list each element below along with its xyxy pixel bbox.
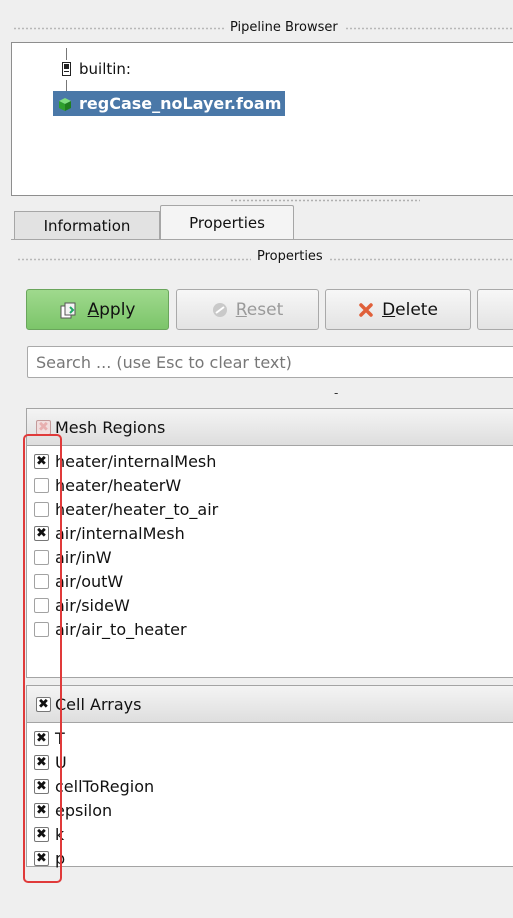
mesh-region-item-label: air/air_to_heater [55,619,187,639]
mesh-regions-header-label: Mesh Regions [55,417,166,437]
tree-line [66,48,67,60]
reset-mnemonic: R [235,299,247,320]
mesh-region-item-label: air/inW [55,547,112,567]
apply-icon [60,302,76,318]
mesh-region-item-label: air/internalMesh [55,523,185,543]
properties-panel-title: Properties [251,249,329,264]
search-input[interactable] [27,346,513,378]
mesh-region-item-label: heater/internalMesh [55,451,217,471]
splitter-handle[interactable] [230,199,420,202]
cube-icon [59,97,71,111]
cell-array-item-label: epsilon [55,800,113,820]
cell-arrays-list[interactable]: ✖ Cell Arrays ✖ T ✖ U ✖ cellToRegion ✖ epsilon ✖… [26,685,513,868]
reset-button[interactable]: Reset [176,289,319,330]
tree-item-builtin[interactable]: builtin: [62,60,131,78]
apply-label: pply [99,299,136,320]
mesh-regions-list[interactable]: ✖ Mesh Regions ✖ heater/internalMesh heate… [26,408,513,678]
mesh-regions-header[interactable]: ✖ Mesh Regions [27,409,513,446]
delete-icon [359,302,373,317]
checkbox-column-highlight [23,434,62,883]
mesh-region-item-label: heater/heater_to_air [55,499,219,519]
apply-button[interactable]: Apply [26,289,169,330]
delete-label: elete [395,299,438,320]
cell-array-item-label: cellToRegion [55,776,155,796]
mesh-region-item-label: air/outW [55,571,124,591]
pipeline-browser-title: Pipeline Browser [224,20,344,35]
mesh-region-item-label: air/sideW [55,595,130,615]
delete-button[interactable]: Delete [325,289,471,330]
apply-mnemonic: A [87,299,100,320]
reset-icon [212,302,227,317]
tree-item-label: builtin: [79,60,131,78]
source-label: regCase_noLayer.foam [79,94,282,113]
reset-label: eset [246,299,284,320]
mesh-regions-header-checkbox[interactable]: ✖ [36,419,51,435]
mesh-region-item-label: heater/heaterW [55,475,182,495]
separator-mark: - [334,386,339,400]
tree-item-source-selected[interactable]: regCase_noLayer.foam [53,91,286,116]
server-icon [62,62,71,76]
tab-baseline [11,239,513,240]
tab-information[interactable]: Information [14,211,160,239]
cell-arrays-header-label: Cell Arrays [55,694,142,714]
delete-mnemonic: D [382,299,396,320]
more-button[interactable] [477,289,513,330]
tab-properties[interactable]: Properties [160,205,294,239]
cell-arrays-header[interactable]: ✖ Cell Arrays [27,686,513,723]
